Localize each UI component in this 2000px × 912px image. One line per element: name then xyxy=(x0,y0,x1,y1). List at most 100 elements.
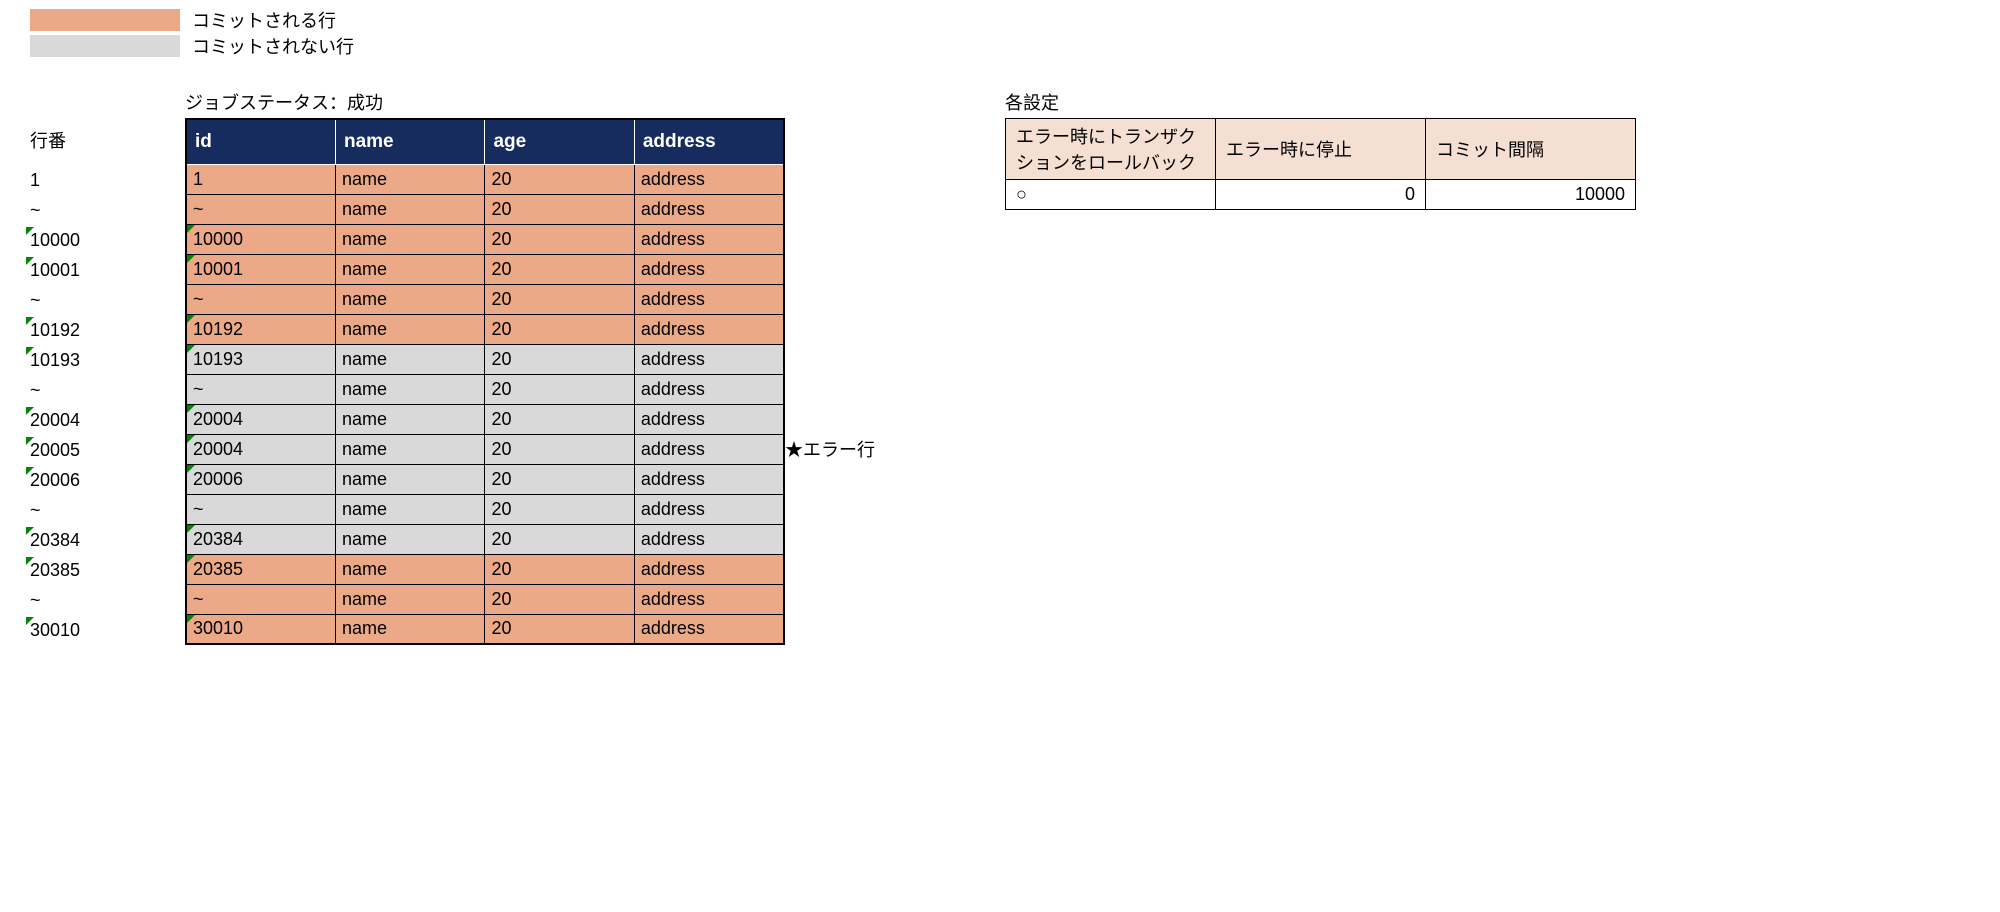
rownum-cell: 20384 xyxy=(30,525,185,555)
cell-age: 20 xyxy=(485,524,634,554)
rownum-column: 行番 1~1000010001~1019210193~2000420005200… xyxy=(30,88,185,645)
cell-name: name xyxy=(335,224,484,254)
cell-address: address xyxy=(634,344,784,374)
cell-name: name xyxy=(335,494,484,524)
annotation-cell xyxy=(785,465,905,495)
rownum-cell: 10193 xyxy=(30,345,185,375)
cell-address: address xyxy=(634,164,784,194)
annotation-cell: ★エラー行 xyxy=(785,435,905,465)
cell-address: address xyxy=(634,494,784,524)
table-row: 10192name20address xyxy=(186,314,784,344)
cell-name: name xyxy=(335,314,484,344)
cell-age: 20 xyxy=(485,284,634,314)
rownum-cell: ~ xyxy=(30,585,185,615)
cell-name: name xyxy=(335,254,484,284)
cell-age: 20 xyxy=(485,194,634,224)
cell-age: 20 xyxy=(485,554,634,584)
rownum-cell: 10192 xyxy=(30,315,185,345)
cell-age: 20 xyxy=(485,434,634,464)
rownum-cell: 20005 xyxy=(30,435,185,465)
table-row: 10193name20address xyxy=(186,344,784,374)
legend-swatch-gray xyxy=(30,35,180,57)
settings-h3: コミット間隔 xyxy=(1426,119,1636,180)
annotation-cell xyxy=(785,225,905,255)
annotation-cell xyxy=(785,405,905,435)
rownum-cell: 30010 xyxy=(30,615,185,645)
cell-name: name xyxy=(335,194,484,224)
table-row: ~name20address xyxy=(186,584,784,614)
settings-h2: エラー時に停止 xyxy=(1216,119,1426,180)
rownum-cell: ~ xyxy=(30,495,185,525)
rownum-cell: 20006 xyxy=(30,465,185,495)
cell-id: ~ xyxy=(186,584,335,614)
col-age: age xyxy=(485,119,634,164)
cell-name: name xyxy=(335,374,484,404)
rownum-cell: 10000 xyxy=(30,225,185,255)
cell-name: name xyxy=(335,464,484,494)
annotation-column: ★エラー行 xyxy=(785,88,905,645)
legend-label-committed: コミットされる行 xyxy=(192,7,336,33)
cell-name: name xyxy=(335,344,484,374)
cell-id: 20385 xyxy=(186,554,335,584)
rownum-cell: 20385 xyxy=(30,555,185,585)
cell-age: 20 xyxy=(485,374,634,404)
annotation-cell xyxy=(785,495,905,525)
cell-age: 20 xyxy=(485,404,634,434)
settings-table: エラー時にトランザクションをロールバック エラー時に停止 コミット間隔 ○ 0 … xyxy=(1005,118,1636,210)
legend-row-not-committed: コミットされない行 xyxy=(30,34,1970,58)
cell-id: 20006 xyxy=(186,464,335,494)
settings-v3: 10000 xyxy=(1426,180,1636,210)
cell-id: 10000 xyxy=(186,224,335,254)
settings-v2: 0 xyxy=(1216,180,1426,210)
table-row: ~name20address xyxy=(186,494,784,524)
cell-name: name xyxy=(335,614,484,644)
annotation-cell xyxy=(785,315,905,345)
cell-address: address xyxy=(634,584,784,614)
cell-address: address xyxy=(634,254,784,284)
rownum-header: 行番 xyxy=(30,118,185,165)
table-row: 20006name20address xyxy=(186,464,784,494)
cell-address: address xyxy=(634,404,784,434)
table-row: 1name20address xyxy=(186,164,784,194)
rownum-cell: 10001 xyxy=(30,255,185,285)
cell-id: ~ xyxy=(186,374,335,404)
annotation-cell xyxy=(785,525,905,555)
cell-name: name xyxy=(335,554,484,584)
rownum-cell: ~ xyxy=(30,375,185,405)
cell-name: name xyxy=(335,584,484,614)
cell-age: 20 xyxy=(485,614,634,644)
table-row: 10000name20address xyxy=(186,224,784,254)
cell-id: ~ xyxy=(186,494,335,524)
cell-address: address xyxy=(634,464,784,494)
legend: コミットされる行 コミットされない行 xyxy=(30,8,1970,58)
annotation-cell xyxy=(785,375,905,405)
cell-name: name xyxy=(335,434,484,464)
cell-id: 20004 xyxy=(186,404,335,434)
annotation-cell xyxy=(785,615,905,645)
annotation-cell xyxy=(785,285,905,315)
cell-age: 20 xyxy=(485,494,634,524)
cell-id: 30010 xyxy=(186,614,335,644)
rownum-cell: ~ xyxy=(30,285,185,315)
cell-address: address xyxy=(634,524,784,554)
cell-age: 20 xyxy=(485,254,634,284)
cell-id: 10001 xyxy=(186,254,335,284)
rownum-cell: 1 xyxy=(30,165,185,195)
annotation-cell xyxy=(785,195,905,225)
cell-address: address xyxy=(634,434,784,464)
cell-age: 20 xyxy=(485,344,634,374)
table-row: 20004name20address xyxy=(186,434,784,464)
table-row: ~name20address xyxy=(186,194,784,224)
col-name: name xyxy=(335,119,484,164)
col-address: address xyxy=(634,119,784,164)
cell-age: 20 xyxy=(485,164,634,194)
rownum-cell: ~ xyxy=(30,195,185,225)
annotation-cell xyxy=(785,585,905,615)
cell-age: 20 xyxy=(485,224,634,254)
cell-address: address xyxy=(634,614,784,644)
table-row: 20004name20address xyxy=(186,404,784,434)
cell-name: name xyxy=(335,284,484,314)
cell-age: 20 xyxy=(485,314,634,344)
annotation-cell xyxy=(785,555,905,585)
table-row: 10001name20address xyxy=(186,254,784,284)
